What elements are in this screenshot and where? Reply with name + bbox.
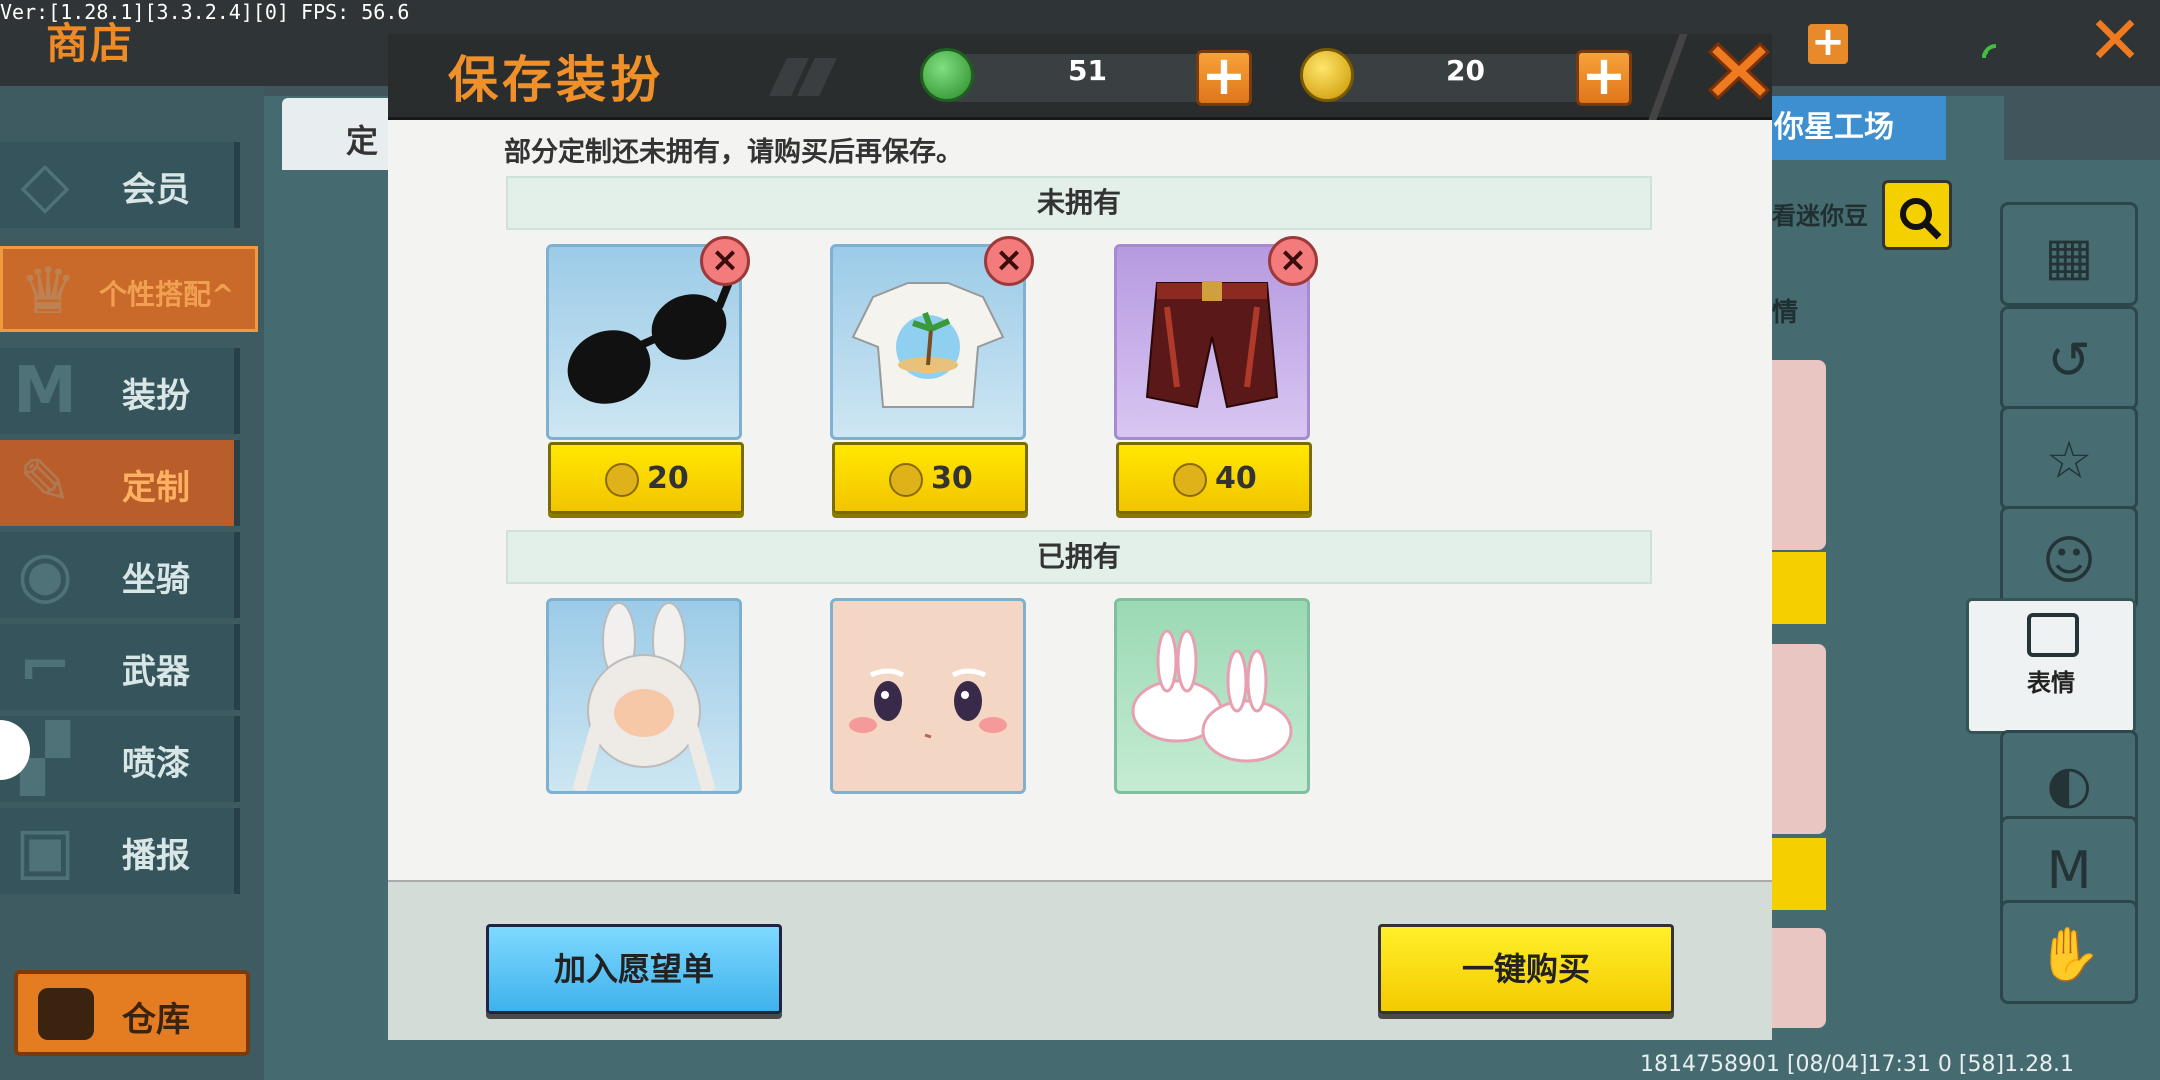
add-bean-button[interactable]: + (1196, 49, 1252, 106)
sidebar-item-spray[interactable]: ▞ 喷漆 (0, 716, 240, 802)
sidebar-item-style[interactable]: ♛ 个性搭配^ (0, 246, 258, 332)
warehouse-label: 仓库 (122, 1000, 190, 1040)
bunny-hair-icon (572, 602, 716, 791)
remove-item-button[interactable]: × (700, 236, 750, 286)
broadcast-icon: ▣ (14, 814, 76, 888)
trophy-icon: ♛ (19, 255, 77, 329)
gesture-icon: ✋ (2036, 925, 2102, 985)
sidebar: ◇ 会员 ♛ 个性搭配^ M 装扮 ✎ 定制 ◉ 坐骑 ⌐ 武器 ▞ 喷漆 ▣ … (0, 86, 264, 1080)
close-button[interactable] (1707, 40, 1771, 110)
search-icon (1900, 198, 1942, 240)
one-click-buy-button[interactable]: 一键购买 (1378, 924, 1674, 1014)
sidebar-item-label: 定制 (122, 468, 190, 508)
coin-icon (605, 463, 639, 497)
shirt-icon: M (13, 354, 77, 428)
sidebar-item-label: 喷漆 (122, 744, 190, 784)
sidebar-item-label: 坐骑 (122, 560, 190, 600)
history-icon: ↺ (2047, 331, 2091, 391)
sidebar-item-member[interactable]: ◇ 会员 (0, 142, 240, 228)
grid-icon: ▦ (2044, 227, 2094, 287)
decor-stripe (1648, 34, 1688, 120)
coin-icon (1173, 463, 1207, 497)
debug-text: Ver:[1.28.1][3.3.2.4][0] FPS: 56.6 (0, 0, 410, 24)
pencil-icon: ✎ (18, 446, 72, 520)
save-outfit-dialog: 保存装扮 51 + 20 + 部分定制还未拥有，请购买后再保存。 未拥有 × 2… (388, 34, 1772, 1040)
warehouse-button[interactable]: 仓库 (14, 970, 250, 1056)
tab-custom[interactable]: 定 (282, 98, 402, 170)
sidebar-item-label: 会员 (122, 170, 190, 210)
add-to-wishlist-button[interactable]: 加入愿望单 (486, 924, 782, 1014)
face-icon (2027, 613, 2079, 657)
footer-info: 1814758901 [08/04]17:31 0 [58]1.28.1 (1640, 1052, 2075, 1077)
bunny-slippers-icon (1131, 629, 1293, 763)
bodysuit-icon: ☆ (2045, 431, 2093, 491)
layout-grid-button[interactable]: ▦ (2000, 202, 2138, 306)
sidebar-item-label: 武器 (122, 652, 190, 692)
owned-header: 已拥有 (506, 530, 1652, 584)
gesture-button[interactable]: ✋ (2000, 900, 2138, 1004)
sidebar-item-weapon[interactable]: ⌐ 武器 (0, 624, 240, 710)
chest-icon (38, 988, 94, 1040)
mini-bean-icon (920, 48, 974, 102)
sidebar-item-label: 装扮 (122, 376, 190, 416)
item-bunny-hair[interactable] (546, 598, 742, 794)
section-label: 情 (1772, 298, 1799, 328)
background-close-icon[interactable]: ✕ (2082, 8, 2148, 74)
sidebar-item-label: 个性搭配^ (99, 278, 235, 311)
unowned-header: 未拥有 (506, 176, 1652, 230)
preview-card[interactable] (1770, 360, 1826, 550)
workshop-button[interactable]: 你星工场 (1770, 96, 1946, 160)
close-icon (1707, 41, 1771, 101)
remove-item-button[interactable]: × (984, 236, 1034, 286)
background-plus-button[interactable]: + (1808, 22, 1848, 64)
face-button[interactable]: 表情 (1966, 598, 2136, 734)
remove-item-button[interactable]: × (1268, 236, 1318, 286)
price-value: 40 (1215, 461, 1257, 496)
dialog-title: 保存装扮 (448, 51, 664, 109)
price-button-shorts[interactable]: 40 (1116, 442, 1312, 514)
gun-icon: ⌐ (18, 630, 72, 704)
sidebar-item-broadcast[interactable]: ▣ 播报 (0, 808, 240, 894)
face-label: 表情 (2027, 669, 2075, 697)
sidebar-item-label: 播报 (122, 836, 190, 876)
sidebar-item-mount[interactable]: ◉ 坐骑 (0, 532, 240, 618)
wifi-icon (1980, 30, 2014, 60)
notice-text: 部分定制还未拥有，请购买后再保存。 (504, 137, 963, 168)
preview-price[interactable] (1770, 552, 1826, 624)
item-face[interactable] (830, 598, 1026, 794)
face-icon (849, 668, 1007, 739)
add-coin-button[interactable]: + (1576, 49, 1632, 106)
price-button-sunglasses[interactable]: 20 (548, 442, 744, 514)
dialog-header: 保存装扮 51 + 20 + (388, 34, 1772, 120)
price-value: 20 (647, 461, 689, 496)
price-button-tshirt[interactable]: 30 (832, 442, 1028, 514)
history-button[interactable]: ↺ (2000, 306, 2138, 410)
mini-coin-icon (1300, 48, 1354, 102)
preview-card[interactable] (1770, 644, 1826, 834)
bean-balance: 51 (1068, 54, 1107, 87)
search-button[interactable] (1882, 180, 1952, 250)
price-value: 30 (931, 461, 973, 496)
item-bunny-slippers[interactable] (1114, 598, 1310, 794)
preview-price[interactable] (1770, 838, 1826, 910)
coin-balance: 20 (1446, 54, 1485, 87)
mount-icon: ◉ (17, 538, 73, 612)
outfit-button[interactable]: ☆ (2000, 406, 2138, 510)
coin-icon (889, 463, 923, 497)
preview-card[interactable] (1770, 928, 1826, 1028)
head-button[interactable]: ☺ (2000, 506, 2138, 610)
sidebar-item-outfit[interactable]: M 装扮 (0, 348, 240, 434)
head-icon: ☺ (2041, 531, 2097, 591)
search-label: 看迷你豆 (1772, 202, 1868, 230)
member-icon: ◇ (20, 148, 70, 222)
sidebar-item-custom[interactable]: ✎ 定制 (0, 440, 240, 526)
